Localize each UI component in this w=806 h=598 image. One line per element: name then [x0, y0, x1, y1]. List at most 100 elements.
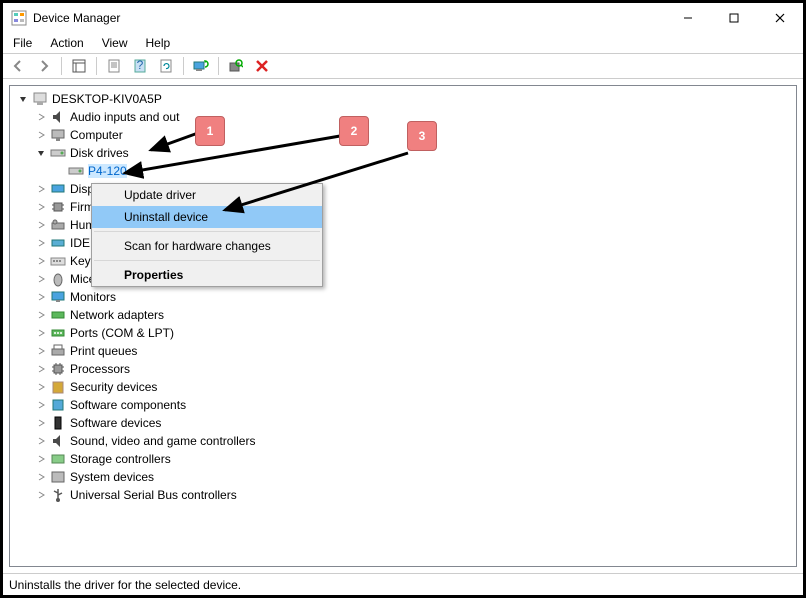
help-button[interactable]: ? [129, 55, 151, 77]
chevron-right-icon[interactable] [34, 380, 48, 394]
chevron-right-icon[interactable] [34, 182, 48, 196]
ctx-label: Update driver [124, 188, 196, 202]
ctx-label: Uninstall device [124, 210, 208, 224]
node-label: Storage controllers [70, 452, 171, 466]
system-icon [50, 469, 66, 485]
sound-icon [50, 433, 66, 449]
tree-node-processors[interactable]: Processors [16, 360, 790, 378]
ctx-scan-hardware[interactable]: Scan for hardware changes [92, 235, 322, 257]
tree-node-usb[interactable]: Universal Serial Bus controllers [16, 486, 790, 504]
annotation-label: 1 [207, 124, 214, 138]
annotation-badge-3: 3 [407, 121, 437, 151]
properties-button[interactable] [103, 55, 125, 77]
tree-node-security[interactable]: Security devices [16, 378, 790, 396]
tree-node-audio[interactable]: Audio inputs and out [16, 108, 790, 126]
node-label: Security devices [70, 380, 157, 394]
maximize-button[interactable] [711, 3, 757, 33]
tree-node-ports[interactable]: Ports (COM & LPT) [16, 324, 790, 342]
menu-action[interactable]: Action [50, 36, 83, 50]
chevron-right-icon[interactable] [34, 416, 48, 430]
mouse-icon [50, 271, 66, 287]
chevron-right-icon[interactable] [34, 452, 48, 466]
chevron-right-icon[interactable] [34, 470, 48, 484]
annotation-label: 3 [419, 129, 426, 143]
close-button[interactable] [757, 3, 803, 33]
chip-icon [50, 199, 66, 215]
node-label: Ports (COM & LPT) [70, 326, 174, 340]
tree-root[interactable]: DESKTOP-KIV0A5P [16, 90, 790, 108]
network-icon [50, 307, 66, 323]
window-controls [665, 3, 803, 33]
toolbar-separator [61, 57, 62, 75]
toolbar-separator [96, 57, 97, 75]
back-button[interactable] [7, 55, 29, 77]
svg-text:?: ? [137, 59, 144, 72]
chevron-spacer [52, 164, 66, 178]
chevron-down-icon[interactable] [16, 92, 30, 106]
chevron-right-icon[interactable] [34, 290, 48, 304]
chevron-right-icon[interactable] [34, 128, 48, 142]
node-label: Software components [70, 398, 186, 412]
tree-node-software-devices[interactable]: Software devices [16, 414, 790, 432]
refresh-button[interactable] [155, 55, 177, 77]
menu-view[interactable]: View [102, 36, 128, 50]
chevron-right-icon[interactable] [34, 488, 48, 502]
chevron-down-icon[interactable] [34, 146, 48, 160]
forward-button[interactable] [33, 55, 55, 77]
computer-icon [32, 91, 48, 107]
root-label: DESKTOP-KIV0A5P [52, 92, 162, 106]
tree-node-sound[interactable]: Sound, video and game controllers [16, 432, 790, 450]
update-driver-button[interactable] [190, 55, 212, 77]
monitor-icon [50, 289, 66, 305]
node-label: Processors [70, 362, 130, 376]
tree-node-monitors[interactable]: Monitors [16, 288, 790, 306]
chevron-right-icon[interactable] [34, 398, 48, 412]
printer-icon [50, 343, 66, 359]
hid-icon [50, 217, 66, 233]
ctx-properties[interactable]: Properties [92, 264, 322, 286]
chevron-right-icon[interactable] [34, 344, 48, 358]
menu-file[interactable]: File [13, 36, 32, 50]
annotation-badge-2: 2 [339, 116, 369, 146]
node-label: Software devices [70, 416, 161, 430]
chevron-right-icon[interactable] [34, 218, 48, 232]
tree-node-software-components[interactable]: Software components [16, 396, 790, 414]
chevron-right-icon[interactable] [34, 326, 48, 340]
chevron-right-icon[interactable] [34, 308, 48, 322]
desktop-icon [50, 127, 66, 143]
disk-drive-icon [50, 145, 66, 161]
chevron-right-icon[interactable] [34, 362, 48, 376]
chevron-right-icon[interactable] [34, 254, 48, 268]
software-icon [50, 397, 66, 413]
node-label: Monitors [70, 290, 116, 304]
show-hide-console-tree-button[interactable] [68, 55, 90, 77]
toolbar-separator [183, 57, 184, 75]
security-icon [50, 379, 66, 395]
storage-controller-icon [50, 451, 66, 467]
menu-help[interactable]: Help [146, 36, 171, 50]
keyboard-icon [50, 253, 66, 269]
status-text: Uninstalls the driver for the selected d… [9, 578, 241, 592]
status-bar: Uninstalls the driver for the selected d… [3, 573, 803, 595]
port-icon [50, 325, 66, 341]
uninstall-device-button[interactable] [251, 55, 273, 77]
toolbar-separator [218, 57, 219, 75]
title-bar: Device Manager [3, 3, 803, 33]
node-label: Network adapters [70, 308, 164, 322]
speaker-icon [50, 109, 66, 125]
tree-node-network[interactable]: Network adapters [16, 306, 790, 324]
node-label: Universal Serial Bus controllers [70, 488, 237, 502]
scan-hardware-button[interactable] [225, 55, 247, 77]
chevron-right-icon[interactable] [34, 110, 48, 124]
chevron-right-icon[interactable] [34, 200, 48, 214]
tree-node-print-queues[interactable]: Print queues [16, 342, 790, 360]
toolbar: ? [3, 53, 803, 79]
minimize-button[interactable] [665, 3, 711, 33]
chevron-right-icon[interactable] [34, 236, 48, 250]
device-manager-icon [11, 10, 27, 26]
chevron-right-icon[interactable] [34, 272, 48, 286]
chevron-right-icon[interactable] [34, 434, 48, 448]
tree-node-storage-controllers[interactable]: Storage controllers [16, 450, 790, 468]
tree-node-system-devices[interactable]: System devices [16, 468, 790, 486]
ctx-separator [94, 231, 320, 232]
